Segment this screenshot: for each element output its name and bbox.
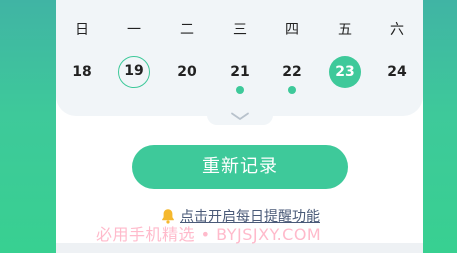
day-23-selected[interactable]: 23	[329, 56, 361, 88]
weekday-sun: 日	[75, 22, 89, 38]
weekday-tue: 二	[180, 22, 194, 38]
calendar-card: 日 一 二 三 四 五 六 18 19 20 21 22 23 24 重新记录 …	[56, 0, 423, 253]
week-calendar: 日 一 二 三 四 五 六 18 19 20 21 22 23 24	[56, 0, 423, 116]
record-dot-22	[288, 86, 296, 94]
weekday-fri: 五	[338, 22, 352, 38]
day-18[interactable]: 18	[65, 56, 99, 88]
weekday-wed: 三	[233, 22, 247, 38]
weekday-sat: 六	[390, 22, 404, 38]
day-19-today[interactable]: 19	[118, 56, 150, 88]
weekday-thu: 四	[285, 22, 299, 38]
day-24[interactable]: 24	[380, 56, 414, 88]
expand-calendar-handle[interactable]	[207, 108, 273, 125]
record-dot-21	[236, 86, 244, 94]
day-22[interactable]: 22	[275, 56, 309, 88]
weekday-mon: 一	[127, 22, 141, 38]
day-21[interactable]: 21	[223, 56, 257, 88]
rerecord-button[interactable]: 重新记录	[132, 145, 348, 189]
watermark: 必用手机精选 • BYJSJXY.COM	[96, 225, 322, 244]
chevron-down-icon	[231, 112, 249, 120]
day-20[interactable]: 20	[170, 56, 204, 88]
